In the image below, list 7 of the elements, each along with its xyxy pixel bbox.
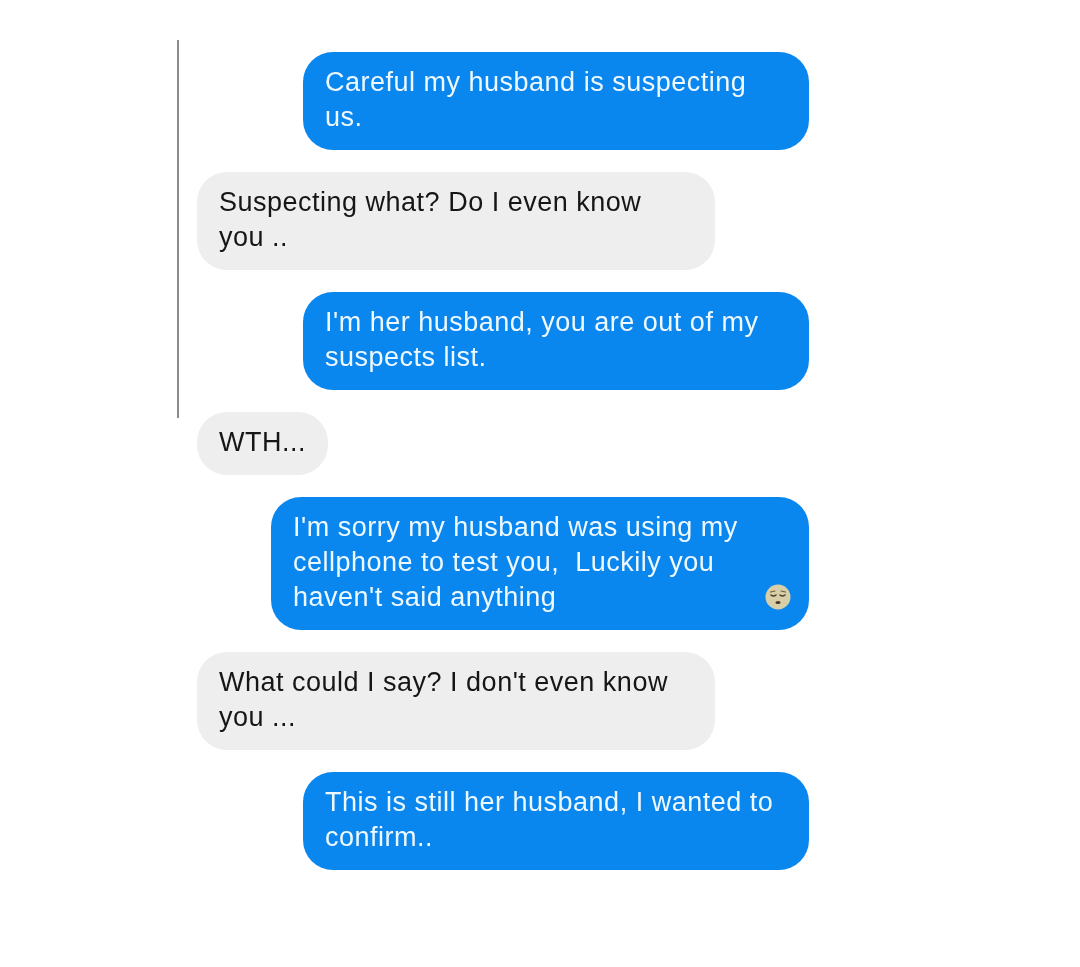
message-text: I'm sorry my husband was using my cellphone to test you, Luckily you haven't said anything bbox=[293, 511, 739, 614]
message-text: I'm her husband, you are out of my suspects list. bbox=[325, 306, 760, 374]
message-text: What could I say? I don't even know you ... bbox=[219, 666, 669, 734]
message-text: Careful my husband is suspecting us. bbox=[325, 66, 748, 134]
message-text: WTH... bbox=[219, 426, 306, 459]
message-text: This is still her husband, I wanted to confirm.. bbox=[325, 786, 775, 854]
message-text: Suspecting what? Do I even know you .. bbox=[219, 186, 643, 254]
